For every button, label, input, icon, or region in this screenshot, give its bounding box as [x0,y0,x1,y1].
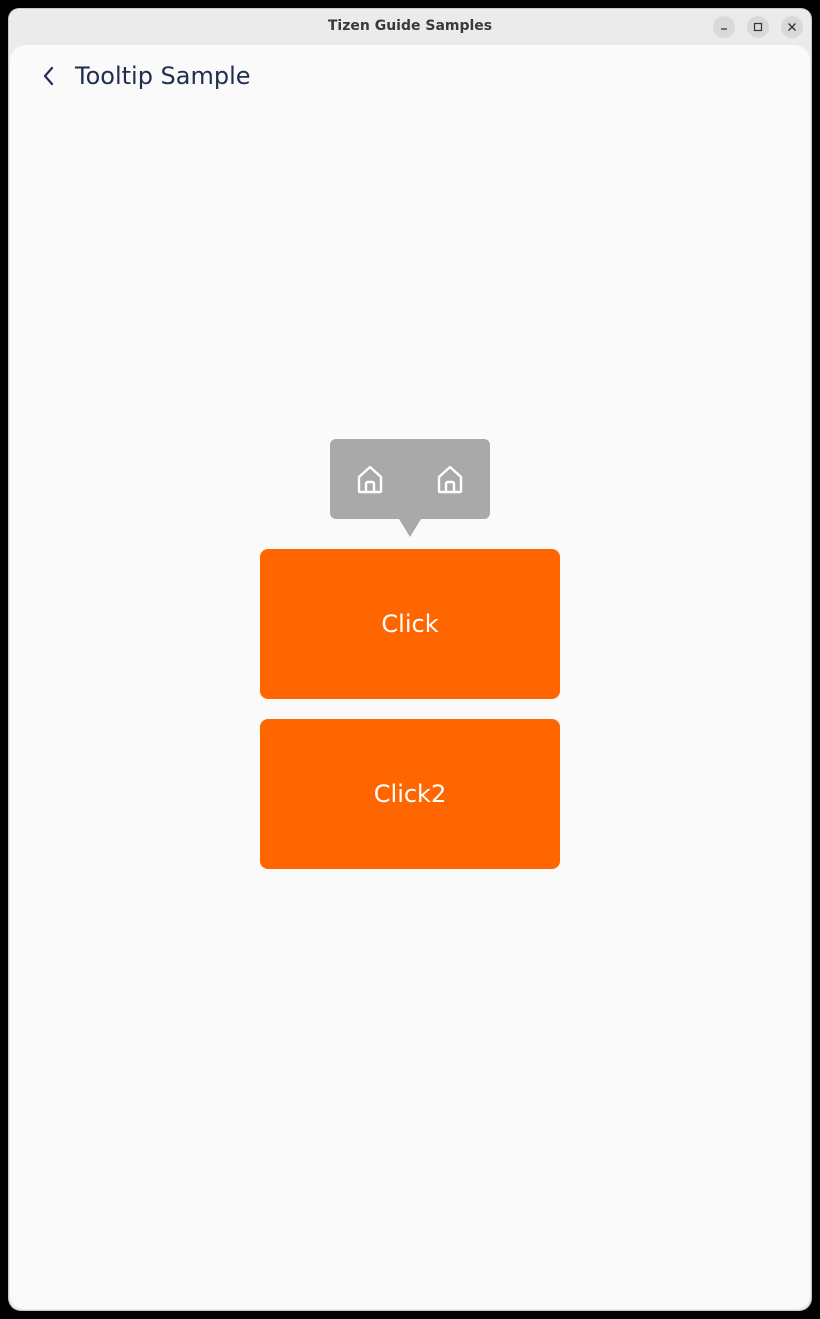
close-button[interactable] [781,16,803,38]
home-icon[interactable] [430,459,470,499]
app-window: Tizen Guide Samples Tooltip Sample Click… [9,9,811,1310]
click-button[interactable]: Click [260,549,560,699]
maximize-button[interactable] [747,16,769,38]
chevron-left-icon [42,66,56,90]
title-bar[interactable]: Tizen Guide Samples [9,9,811,45]
minimize-button[interactable] [713,16,735,38]
home-icon[interactable] [350,459,390,499]
app-content: Tooltip Sample Click Click2 [10,45,810,1309]
click2-button[interactable]: Click2 [260,719,560,869]
page-title: Tooltip Sample [75,62,251,90]
close-icon [787,22,797,32]
maximize-icon [753,22,763,32]
tooltip-arrow [399,519,421,537]
window-title: Tizen Guide Samples [327,18,493,34]
minimize-icon [719,22,729,32]
back-button[interactable] [36,65,62,91]
app-header: Tooltip Sample [10,45,810,109]
tooltip [330,439,490,519]
